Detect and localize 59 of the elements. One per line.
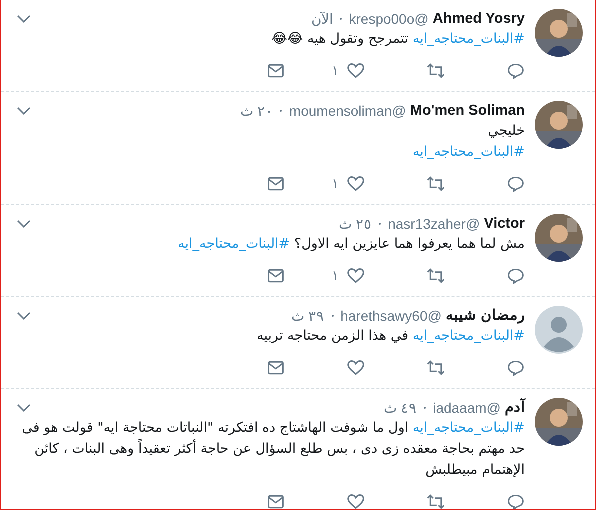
tweet-time[interactable]: ٤٩ ث <box>384 398 418 418</box>
user-handle[interactable]: @moumensoliman <box>289 101 406 121</box>
message-icon[interactable] <box>267 62 285 80</box>
user-handle[interactable]: @nasr13zaher <box>388 214 480 234</box>
like-icon[interactable] <box>347 175 365 193</box>
chevron-down-icon[interactable] <box>17 107 31 115</box>
separator-dot-icon <box>424 407 426 409</box>
separator-dot-icon <box>340 18 342 20</box>
reply-icon[interactable] <box>507 359 525 377</box>
like-count: ١ <box>332 176 339 192</box>
like-count: ١ <box>332 64 339 78</box>
reply-icon[interactable] <box>507 62 525 80</box>
hashtag-link[interactable]: #البنات_محتاجه_ايه <box>412 328 525 344</box>
user-name[interactable]: رمضان شيبه <box>446 306 525 326</box>
user-handle[interactable]: @krespo00o <box>349 9 429 29</box>
retweet-icon[interactable] <box>427 359 445 377</box>
tweet-time[interactable]: ٢٥ ث <box>339 214 372 234</box>
user-handle[interactable]: @harethsawy60 <box>340 306 442 326</box>
tweet-text: خليجي <box>487 122 525 141</box>
user-name[interactable]: Mo'men Soliman <box>410 101 525 121</box>
like-icon[interactable] <box>347 493 365 509</box>
hashtag-link[interactable]: #البنات_محتاجه_ايه <box>412 420 525 436</box>
retweet-icon[interactable] <box>427 175 445 193</box>
chevron-down-icon[interactable] <box>17 220 31 228</box>
chevron-down-icon[interactable] <box>17 404 31 412</box>
retweet-icon[interactable] <box>427 493 445 509</box>
retweet-icon[interactable] <box>427 62 445 80</box>
like-icon[interactable] <box>347 359 365 377</box>
reply-icon[interactable] <box>507 493 525 509</box>
chevron-down-icon[interactable] <box>17 312 31 320</box>
reply-icon[interactable] <box>507 175 525 193</box>
message-icon[interactable] <box>267 267 285 285</box>
reply-icon[interactable] <box>507 267 525 285</box>
user-name[interactable]: Ahmed Yosry <box>432 9 525 29</box>
hashtag-link[interactable]: #البنات_محتاجه_ايه <box>412 31 525 47</box>
user-name[interactable]: آدم <box>505 398 525 418</box>
chevron-down-icon[interactable] <box>17 15 31 23</box>
separator-dot-icon <box>332 315 334 317</box>
tweet-text: #البنات_محتاجه_ايه تتمرجح وتقول هيه 😂😂 <box>270 30 525 49</box>
separator-dot-icon <box>379 223 382 225</box>
like-icon[interactable] <box>347 267 365 285</box>
like-count: ١ <box>332 268 339 284</box>
hashtag-link[interactable]: #البنات_محتاجه_ايه <box>178 236 290 252</box>
tweet-text: #البنات_محتاجه_ايه في هذا الزمن محتاجه تربيه <box>256 327 525 346</box>
message-icon[interactable] <box>267 175 285 193</box>
default-avatar-icon[interactable] <box>535 306 583 354</box>
tweet-time[interactable]: ٣٩ ث <box>292 306 325 326</box>
retweet-icon[interactable] <box>427 267 445 285</box>
tweet-text: مش لما هما يعرفوا هما عايزين ايه الاول؟ #البنات_محتاجه_ايه <box>177 235 525 254</box>
message-icon[interactable] <box>267 359 285 377</box>
like-icon[interactable] <box>347 62 365 80</box>
tweet-time[interactable]: الآن <box>311 9 334 29</box>
hashtag-link[interactable]: #البنات_محتاجه_ايه <box>412 144 525 160</box>
user-handle[interactable]: @iadaaam <box>433 398 501 418</box>
tweet-time[interactable]: ٢٠ ث <box>240 101 274 121</box>
tweet-text: #البنات_محتاجه_ايه اول ما شوفت الهاشتاج ده افتكرته "النباتات محتاجة ايه" قولت هو فى حد مهتم بحاجة معقده زى دى ، بس طلع السؤال عن حاجة أكثر تعقيداً وهى البنات ، كائن الإهتمام مبيطلبش <box>21 419 525 480</box>
user-name[interactable]: Victor <box>484 214 525 234</box>
separator-dot-icon <box>280 110 282 112</box>
message-icon[interactable] <box>267 493 285 509</box>
